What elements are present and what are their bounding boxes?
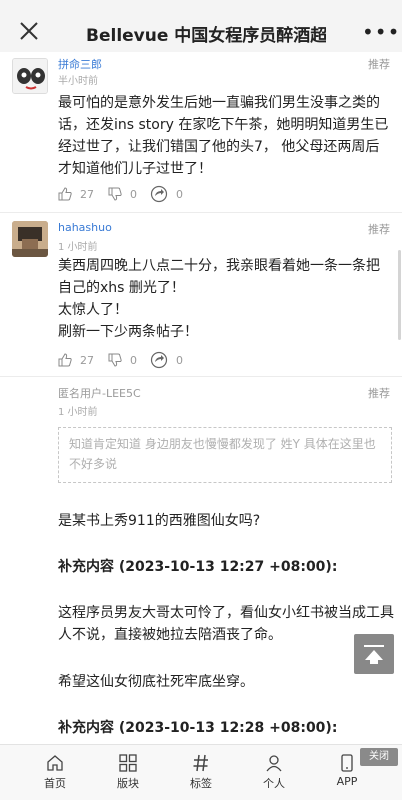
close-button[interactable]: 关闭 — [360, 748, 398, 766]
like-button[interactable]: 27 — [58, 184, 94, 204]
home-icon — [47, 755, 63, 771]
nav-boards[interactable]: 版块 — [98, 745, 158, 800]
like-count: 27 — [80, 353, 94, 367]
recommend-button[interactable]: 推荐 — [368, 56, 390, 72]
comment-text: 美西周四晚上八点二十分，我亲眼看着她一条一条把自己的xhs 删光了！ 太惊人了！… — [58, 255, 392, 343]
comment-line: 太惊人了！ — [58, 302, 128, 318]
share-count: 0 — [176, 353, 183, 367]
scrollbar[interactable] — [398, 250, 401, 340]
hash-icon — [193, 754, 208, 772]
dislike-button[interactable]: 0 — [108, 184, 137, 204]
nav-profile[interactable]: 个人 — [244, 745, 304, 800]
nav-label: APP — [336, 775, 358, 788]
like-button[interactable]: 27 — [58, 350, 94, 370]
arrow-up-icon — [364, 645, 384, 664]
recommend-button[interactable]: 推荐 — [368, 221, 390, 237]
username: 匿名用户-LEE5C — [58, 387, 141, 400]
close-icon[interactable] — [16, 18, 42, 44]
supplement-heading: 补充内容 (2023-10-13 12:27 +08:00): — [58, 559, 338, 575]
share-icon — [150, 351, 168, 369]
dislike-count: 0 — [130, 187, 137, 201]
thumbs-up-icon — [58, 353, 72, 367]
nav-label: 个人 — [263, 777, 285, 790]
nav-tags[interactable]: 标签 — [171, 745, 231, 800]
phone-icon — [341, 754, 353, 772]
scroll-to-top-button[interactable] — [354, 634, 394, 674]
share-button[interactable]: 0 — [150, 184, 183, 204]
timestamp: 1 小时前 — [58, 407, 98, 418]
avatar[interactable] — [12, 58, 48, 94]
share-icon — [150, 185, 168, 203]
dislike-button[interactable]: 0 — [108, 350, 137, 370]
comment-item: 拼命三郎 半小时前 推荐 最可怕的是意外发生后她一直骗我们男生没事之类的话，还发… — [0, 52, 402, 212]
grid-icon — [119, 754, 137, 772]
person-icon — [266, 755, 282, 772]
comment-text: 最可怕的是意外发生后她一直骗我们男生没事之类的话，还发ins story 在家吃… — [58, 95, 389, 177]
username[interactable]: hahashuo — [58, 221, 112, 234]
thumbs-down-icon — [108, 187, 122, 201]
username[interactable]: 拼命三郎 — [58, 56, 102, 72]
comment-item: hahashuo 1 小时前 推荐 美西周四晚上八点二十分，我亲眼看着她一条一条… — [0, 212, 402, 376]
bottom-nav: 首页 版块 标签 个人 APP — [0, 744, 402, 800]
timestamp: 半小时前 — [58, 76, 98, 87]
share-count: 0 — [176, 187, 183, 201]
dislike-count: 0 — [130, 353, 137, 367]
like-count: 27 — [80, 187, 94, 201]
nav-label: 标签 — [190, 777, 212, 790]
nav-home[interactable]: 首页 — [25, 745, 85, 800]
timestamp: 1 小时前 — [58, 242, 98, 253]
comment-line: 刷新一下少两条帖子！ — [58, 324, 198, 340]
paragraph: 这程序员男友大哥太可怜了，看仙女小红书被当成工具人不说，直接被她拉去陪酒丧了命。 — [58, 605, 394, 643]
more-icon[interactable]: ••• — [362, 22, 399, 42]
comment-line: 美西周四晚上八点二十分，我亲眼看着她一条一条把自己的xhs 删光了！ — [58, 258, 380, 296]
thumbs-up-icon — [58, 187, 72, 201]
recommend-button[interactable]: 推荐 — [368, 385, 390, 401]
paragraph: 是某书上秀911的西雅图仙女吗? — [58, 513, 261, 529]
share-button[interactable]: 0 — [150, 350, 183, 370]
paragraph: 希望这仙女彻底社死牢底坐穿。 — [58, 674, 254, 690]
supplement-heading: 补充内容 (2023-10-13 12:28 +08:00): — [58, 720, 338, 736]
quoted-text: 知道肯定知道 身边朋友也慢慢都发现了 姓Y 具体在这里也不好多说 — [58, 427, 392, 483]
page-title: Bellevue 中国女程序员醉酒超速 — [86, 26, 326, 46]
nav-label: 首页 — [44, 777, 66, 790]
thumbs-down-icon — [108, 353, 122, 367]
avatar[interactable] — [12, 221, 48, 257]
nav-label: 版块 — [117, 777, 139, 790]
